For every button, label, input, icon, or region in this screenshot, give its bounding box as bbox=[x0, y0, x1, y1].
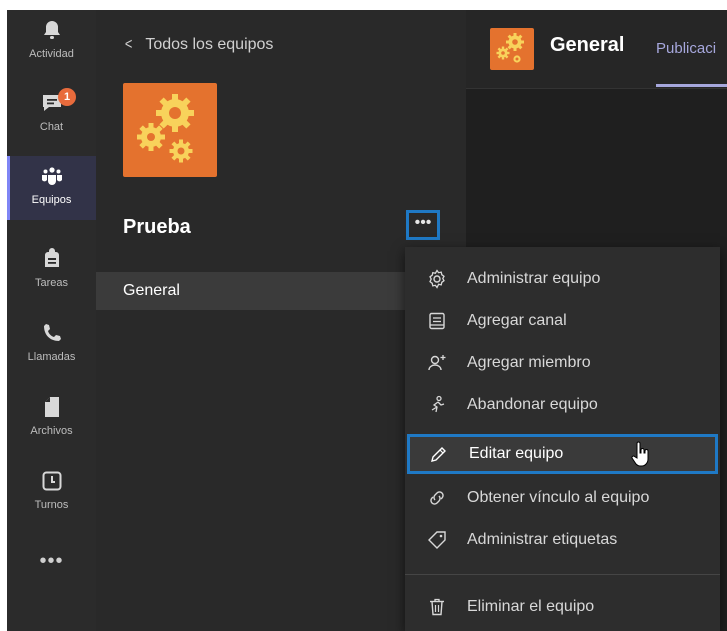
channel-icon bbox=[429, 312, 445, 330]
clock-icon bbox=[42, 471, 61, 491]
hand-pointer-icon bbox=[631, 441, 649, 467]
gear-icon bbox=[429, 269, 445, 289]
rail-item-label: Turnos bbox=[34, 499, 69, 511]
more-apps-button[interactable]: ••• bbox=[7, 550, 96, 573]
team-options-menu: Administrar equipo Agregar canal Agregar… bbox=[405, 247, 720, 631]
file-icon bbox=[44, 397, 59, 417]
teams-window: Actividad 1 Chat Equipos Tareas Llamadas… bbox=[7, 10, 727, 631]
team-avatar bbox=[123, 83, 217, 177]
menu-item-agregar-miembro[interactable]: Agregar miembro bbox=[405, 343, 720, 383]
team-more-options-button[interactable]: ••• bbox=[406, 210, 440, 240]
team-name: Prueba bbox=[123, 216, 191, 238]
app-rail: Actividad 1 Chat Equipos Tareas Llamadas… bbox=[7, 10, 96, 631]
trash-icon bbox=[430, 598, 444, 616]
menu-item-obtener-vinculo[interactable]: Obtener vínculo al equipo bbox=[405, 478, 720, 518]
teams-icon bbox=[41, 167, 62, 185]
menu-item-editar-equipo[interactable]: Editar equipo bbox=[407, 434, 718, 474]
menu-divider bbox=[405, 574, 720, 575]
rail-item-actividad[interactable]: Actividad bbox=[7, 10, 96, 74]
pencil-icon bbox=[431, 447, 446, 462]
rail-item-equipos[interactable]: Equipos bbox=[7, 156, 96, 220]
leave-icon bbox=[431, 395, 445, 413]
menu-item-label: Obtener vínculo al equipo bbox=[467, 489, 650, 506]
channel-label: General bbox=[123, 282, 180, 299]
chat-badge: 1 bbox=[58, 88, 76, 106]
rail-item-llamadas[interactable]: Llamadas bbox=[7, 313, 96, 377]
rail-item-chat[interactable]: 1 Chat bbox=[7, 83, 96, 147]
bell-icon bbox=[43, 21, 60, 39]
menu-item-label: Eliminar el equipo bbox=[467, 598, 595, 615]
menu-item-label: Administrar etiquetas bbox=[467, 531, 618, 548]
phone-icon bbox=[43, 324, 61, 341]
backpack-icon bbox=[44, 248, 59, 267]
channel-title: General bbox=[550, 34, 625, 56]
channel-header: General Publicaci bbox=[466, 10, 727, 89]
menu-item-administrar-etiquetas[interactable]: Administrar etiquetas bbox=[405, 520, 720, 560]
menu-item-administrar-equipo[interactable]: Administrar equipo bbox=[405, 259, 720, 299]
rail-item-label: Archivos bbox=[30, 425, 73, 437]
rail-item-turnos[interactable]: Turnos bbox=[7, 461, 96, 525]
back-label: Todos los equipos bbox=[145, 36, 274, 53]
menu-item-eliminar-equipo[interactable]: Eliminar el equipo bbox=[405, 587, 720, 627]
rail-item-label: Llamadas bbox=[27, 351, 76, 363]
tab-publicaciones[interactable]: Publicaci bbox=[656, 40, 716, 57]
menu-item-label: Administrar equipo bbox=[467, 270, 601, 287]
menu-item-label: Abandonar equipo bbox=[467, 396, 598, 413]
menu-item-abandonar-equipo[interactable]: Abandonar equipo bbox=[405, 385, 720, 425]
gears-icon bbox=[496, 33, 524, 63]
menu-item-agregar-canal[interactable]: Agregar canal bbox=[405, 301, 720, 341]
back-to-teams-link[interactable]: < Todos los equipos bbox=[124, 36, 274, 54]
link-icon bbox=[430, 491, 444, 505]
rail-item-label: Tareas bbox=[34, 277, 69, 289]
menu-item-label: Agregar miembro bbox=[467, 354, 591, 371]
gears-icon bbox=[137, 94, 194, 163]
menu-item-label: Agregar canal bbox=[467, 312, 567, 329]
active-tab-indicator bbox=[656, 84, 727, 87]
rail-item-label: Chat bbox=[39, 121, 64, 133]
tag-icon bbox=[428, 531, 446, 549]
rail-item-label: Actividad bbox=[29, 48, 74, 60]
channel-avatar bbox=[490, 28, 534, 70]
rail-item-tareas[interactable]: Tareas bbox=[7, 239, 96, 303]
menu-item-label: Editar equipo bbox=[469, 445, 564, 462]
chevron-left-icon: < bbox=[124, 36, 133, 53]
add-person-icon bbox=[428, 355, 446, 371]
rail-item-archivos[interactable]: Archivos bbox=[7, 387, 96, 451]
rail-item-label: Equipos bbox=[31, 194, 72, 206]
